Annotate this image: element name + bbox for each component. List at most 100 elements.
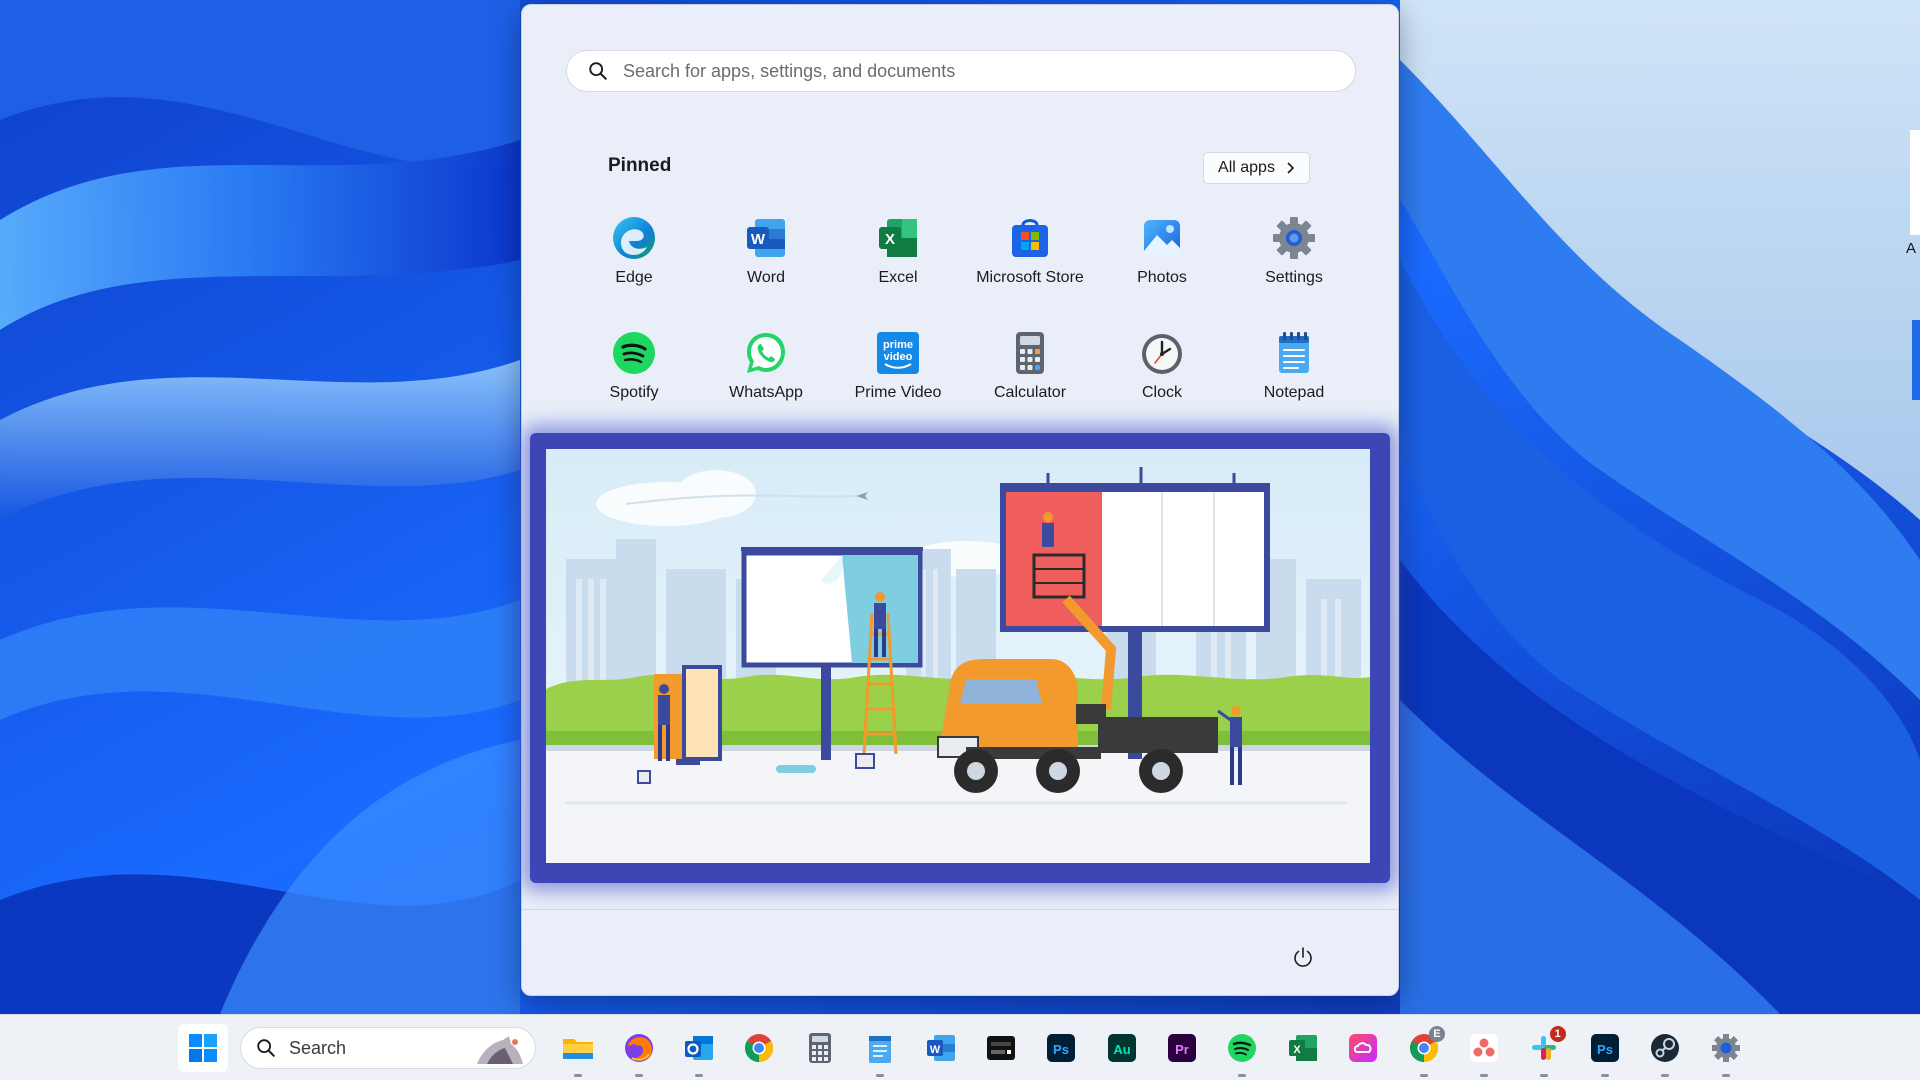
pinned-apps-grid: Edge W Word X Excel Microsoft Store Phot… [568,205,1360,435]
file-explorer-icon [563,1039,594,1059]
taskbar-word[interactable]: W [910,1024,970,1072]
app-label: Calculator [993,384,1067,401]
excel-icon: X [875,215,921,261]
pinned-app-edge[interactable]: Edge [568,205,700,320]
app-label: Prime Video [854,384,942,401]
taskbar-firefox[interactable] [608,1024,668,1077]
audition-icon: Au [1107,1034,1136,1062]
pinned-app-clock[interactable]: Clock [1096,320,1228,435]
app-label: Word [747,269,785,286]
calculator-icon [1007,330,1053,376]
taskbar-asana[interactable] [1454,1024,1514,1077]
power-button[interactable] [1283,937,1323,977]
photos-icon [1139,215,1185,261]
taskbar-calculator[interactable] [790,1024,850,1072]
taskbar-excel[interactable]: X [1273,1024,1333,1072]
taskbar-search-box[interactable]: Search [240,1027,536,1069]
svg-text:Pr: Pr [1175,1042,1189,1057]
asana-icon [1470,1034,1499,1062]
taskbar-settings[interactable] [1695,1024,1755,1077]
steam-icon [1651,1034,1680,1062]
outlook-icon [684,1036,713,1060]
start-search-input[interactable] [623,60,1323,82]
prime-video-icon: prime video [875,330,921,376]
edge-icon [611,215,657,261]
app-label: Clock [1141,384,1182,401]
app-label: Notepad [1263,384,1325,401]
taskbar-pinned-apps: W Ps Au Pr X E 1 Ps [548,1024,1756,1077]
taskbar: Search W Ps Au Pr X E 1 Ps [0,1014,1920,1080]
svg-text:W: W [929,1044,940,1056]
pinned-app-settings[interactable]: Settings [1228,205,1360,320]
start-menu-divider [522,909,1398,910]
photoshop-icon: Ps [1590,1034,1619,1062]
power-icon [1294,947,1312,967]
pinned-heading: Pinned [608,155,672,176]
profile-badge: E [1428,1026,1445,1042]
chrome-icon [745,1034,774,1062]
start-search-box[interactable] [566,50,1356,92]
svg-text:Au: Au [1113,1042,1130,1057]
svg-text:X: X [1293,1044,1301,1056]
capcut-icon [986,1036,1015,1060]
taskbar-chrome[interactable] [729,1024,789,1072]
all-apps-button[interactable]: All apps [1203,152,1310,184]
taskbar-creative-cloud[interactable] [1333,1024,1393,1072]
svg-text:W: W [751,231,766,248]
all-apps-label: All apps [1218,159,1275,176]
notepad-icon [869,1036,892,1063]
clock-icon [1139,330,1185,376]
creative-cloud-icon [1349,1034,1378,1062]
settings-icon [1271,215,1317,261]
spotify-icon [611,330,657,376]
taskbar-slack[interactable]: 1 [1514,1024,1574,1077]
taskbar-photoshop-2[interactable]: Ps [1575,1024,1635,1077]
billboard-illustration [546,449,1370,863]
pinned-app-excel[interactable]: X Excel [832,205,964,320]
pinned-app-photos[interactable]: Photos [1096,205,1228,320]
start-button[interactable] [178,1024,228,1072]
pinned-app-whatsapp[interactable]: WhatsApp [700,320,832,435]
taskbar-outlook[interactable] [669,1024,729,1077]
taskbar-chrome-profile[interactable]: E [1393,1024,1453,1077]
taskbar-steam[interactable] [1635,1024,1695,1077]
pinned-app-notepad[interactable]: Notepad [1228,320,1360,435]
notification-badge: 1 [1549,1026,1566,1042]
notepad-icon [1271,330,1317,376]
taskbar-capcut[interactable] [971,1024,1031,1072]
taskbar-premiere-pro[interactable]: Pr [1152,1024,1212,1072]
pinned-app-microsoft-store[interactable]: Microsoft Store [964,205,1096,320]
taskbar-file-explorer[interactable] [548,1024,608,1077]
partial-window-edge [1906,0,1920,420]
whatsapp-icon [743,330,789,376]
svg-text:video: video [884,351,913,363]
search-icon [257,1039,275,1057]
partial-window-text: A [1906,240,1917,257]
svg-text:prime: prime [883,339,913,351]
pinned-app-word[interactable]: W Word [700,205,832,320]
taskbar-audition[interactable]: Au [1092,1024,1152,1072]
word-icon: W [926,1035,955,1061]
app-label: Edge [615,269,653,286]
firefox-icon [624,1034,653,1062]
settings-icon [1711,1034,1740,1062]
word-icon: W [743,215,789,261]
app-label: Excel [878,269,918,286]
taskbar-notepad[interactable] [850,1024,910,1077]
chevron-right-icon [1287,162,1295,174]
windows-logo-icon [189,1034,217,1062]
pinned-app-spotify[interactable]: Spotify [568,320,700,435]
banner-frame [530,433,1390,883]
pinned-app-calculator[interactable]: Calculator [964,320,1096,435]
pinned-app-prime-video[interactable]: prime video Prime Video [832,320,964,435]
svg-text:Ps: Ps [1597,1042,1613,1057]
taskbar-search-label: Search [289,1037,347,1058]
search-highlight-illustration [477,1036,523,1064]
search-icon [589,62,607,80]
excel-icon: X [1288,1035,1317,1061]
app-label: Settings [1265,269,1323,286]
taskbar-photoshop[interactable]: Ps [1031,1024,1091,1072]
app-label: Spotify [609,384,659,401]
taskbar-spotify[interactable] [1212,1024,1272,1077]
app-label: Photos [1137,269,1187,286]
